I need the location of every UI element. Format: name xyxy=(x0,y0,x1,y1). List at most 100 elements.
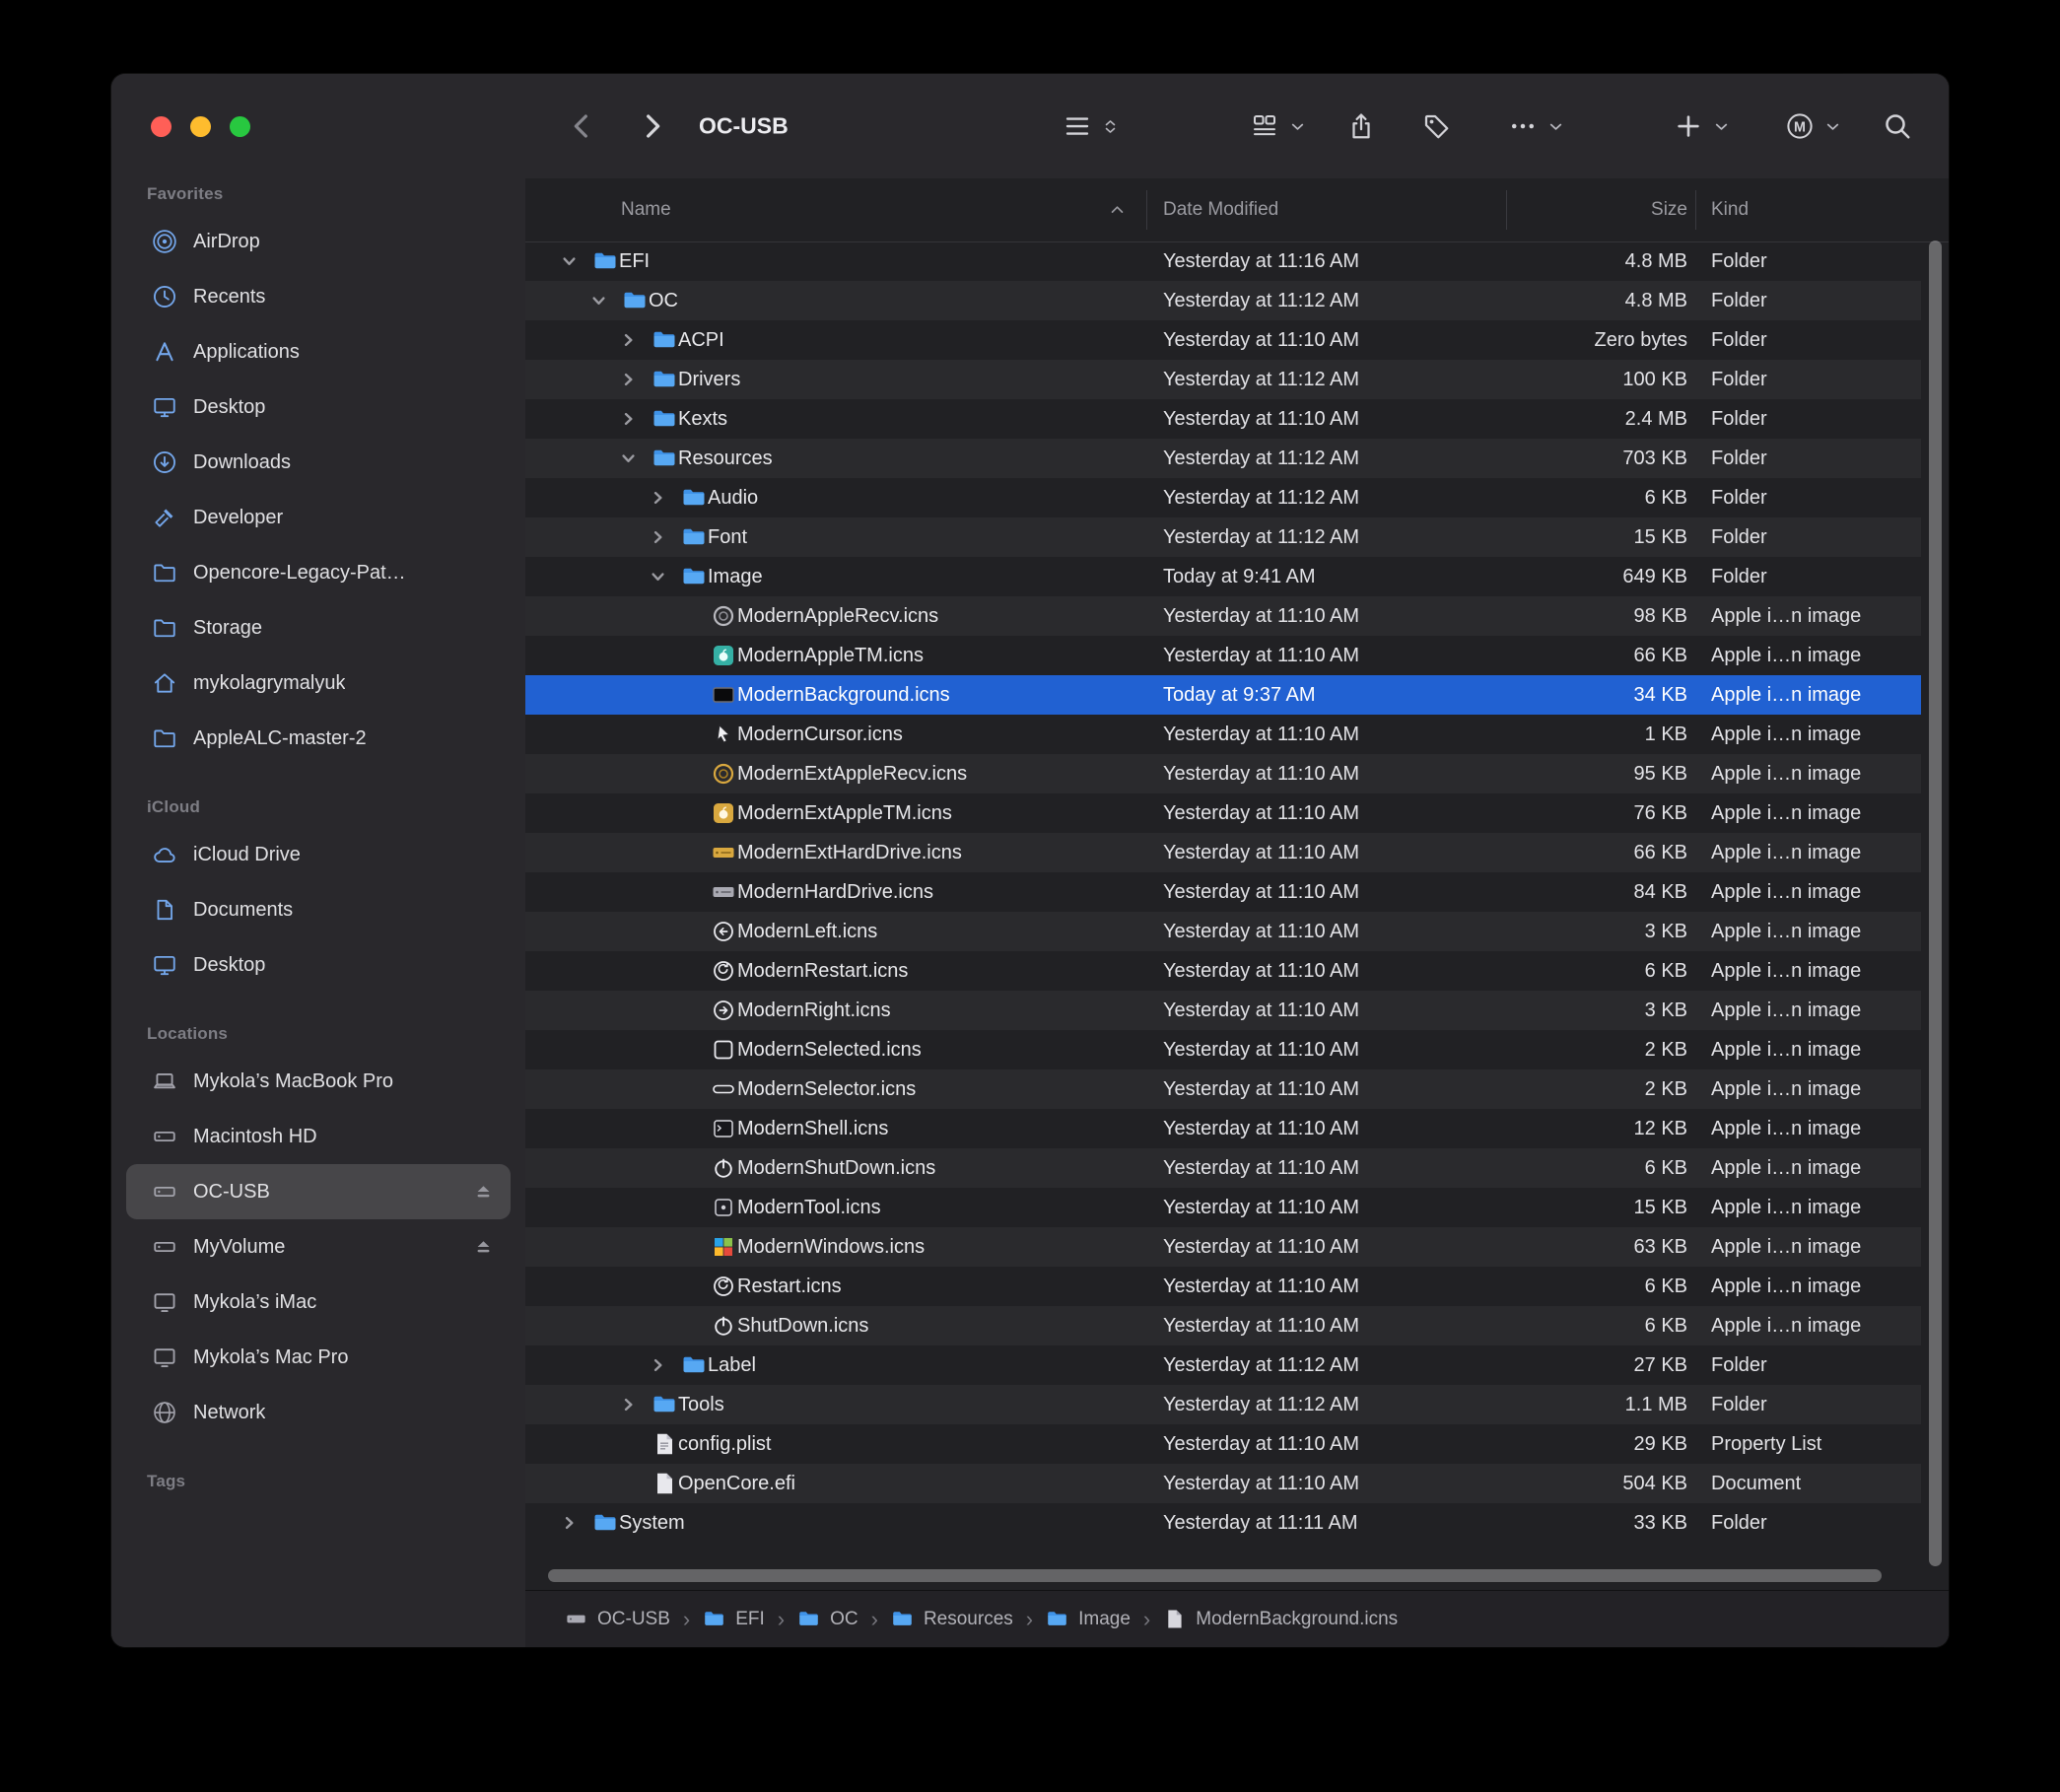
file-row-modernextappletm-icns[interactable]: ModernExtAppleTM.icnsYesterday at 11:10 … xyxy=(525,793,1921,833)
disclosure-chevron-icon[interactable] xyxy=(620,450,637,467)
sidebar-item-airdrop[interactable]: AirDrop xyxy=(126,214,511,269)
column-header-name[interactable]: Name xyxy=(621,199,671,221)
eject-icon[interactable] xyxy=(472,1181,495,1204)
file-row-font[interactable]: FontYesterday at 11:12 AM15 KBFolder xyxy=(525,517,1921,557)
file-row-drivers[interactable]: DriversYesterday at 11:12 AM100 KBFolder xyxy=(525,360,1921,399)
file-row-modernrestart-icns[interactable]: ModernRestart.icnsYesterday at 11:10 AM6… xyxy=(525,951,1921,991)
disclosure-chevron-icon[interactable] xyxy=(620,372,637,388)
sidebar-item-mykola-s-imac[interactable]: Mykola’s iMac xyxy=(126,1275,511,1330)
file-row-modernwindows-icns[interactable]: ModernWindows.icnsYesterday at 11:10 AM6… xyxy=(525,1227,1921,1267)
sidebar-item-desktop[interactable]: Desktop xyxy=(126,379,511,435)
disclosure-chevron-icon[interactable] xyxy=(620,1397,637,1413)
file-row-modernextharddrive-icns[interactable]: ModernExtHardDrive.icnsYesterday at 11:1… xyxy=(525,833,1921,872)
sidebar-item-downloads[interactable]: Downloads xyxy=(126,435,511,490)
sidebar-item-macintosh-hd[interactable]: Macintosh HD xyxy=(126,1109,511,1164)
search-button[interactable] xyxy=(1883,74,1912,178)
new-item-button[interactable] xyxy=(1674,74,1731,178)
disclosure-chevron-icon[interactable] xyxy=(650,490,666,507)
column-header-date-modified[interactable]: Date Modified xyxy=(1163,199,1278,221)
file-size: 1 KB xyxy=(1506,715,1687,754)
close-button[interactable] xyxy=(151,116,172,137)
sidebar-item-applications[interactable]: Applications xyxy=(126,324,511,379)
file-row-moderncursor-icns[interactable]: ModernCursor.icnsYesterday at 11:10 AM1 … xyxy=(525,715,1921,754)
file-row-audio[interactable]: AudioYesterday at 11:12 AM6 KBFolder xyxy=(525,478,1921,517)
file-row-modernleft-icns[interactable]: ModernLeft.icnsYesterday at 11:10 AM3 KB… xyxy=(525,912,1921,951)
file-row-acpi[interactable]: ACPIYesterday at 11:10 AMZero bytesFolde… xyxy=(525,320,1921,360)
file-row-resources[interactable]: ResourcesYesterday at 11:12 AM703 KBFold… xyxy=(525,439,1921,478)
file-row-opencore-efi[interactable]: OpenCore.efiYesterday at 11:10 AM504 KBD… xyxy=(525,1464,1921,1503)
eject-icon[interactable] xyxy=(472,1236,495,1259)
sidebar-item-applealc-master-2[interactable]: AppleALC-master-2 xyxy=(126,711,511,766)
file-row-modernshell-icns[interactable]: ModernShell.icnsYesterday at 11:10 AM12 … xyxy=(525,1109,1921,1148)
path-item-efi[interactable]: EFI xyxy=(703,1608,765,1630)
vertical-scrollbar[interactable] xyxy=(1929,241,1942,1566)
minimize-button[interactable] xyxy=(190,116,211,137)
apple-tm-icon xyxy=(711,643,736,668)
list-view-button[interactable] xyxy=(1063,74,1120,178)
file-row-moderntool-icns[interactable]: ModernTool.icnsYesterday at 11:10 AM15 K… xyxy=(525,1188,1921,1227)
disclosure-chevron-icon[interactable] xyxy=(561,253,578,270)
disclosure-chevron-icon[interactable] xyxy=(650,529,666,546)
tags-button[interactable] xyxy=(1421,74,1451,178)
file-row-modernappletm-icns[interactable]: ModernAppleTM.icnsYesterday at 11:10 AM6… xyxy=(525,636,1921,675)
path-item-modernbackground-icns[interactable]: ModernBackground.icns xyxy=(1163,1608,1398,1630)
sidebar-item-network[interactable]: Network xyxy=(126,1385,511,1440)
path-item-resources[interactable]: Resources xyxy=(891,1608,1013,1630)
path-item-oc-usb[interactable]: OC-USB xyxy=(565,1608,670,1630)
sidebar-item-recents[interactable]: Recents xyxy=(126,269,511,324)
file-date-modified: Yesterday at 11:10 AM xyxy=(1163,754,1359,793)
group-by-button[interactable] xyxy=(1250,74,1307,178)
path-item-oc[interactable]: OC xyxy=(797,1608,858,1630)
sidebar-item-mykolagrymalyuk[interactable]: mykolagrymalyuk xyxy=(126,655,511,711)
file-row-modernharddrive-icns[interactable]: ModernHardDrive.icnsYesterday at 11:10 A… xyxy=(525,872,1921,912)
forward-button[interactable] xyxy=(636,110,667,142)
sidebar-item-documents[interactable]: Documents xyxy=(126,882,511,937)
column-header-size[interactable]: Size xyxy=(1506,199,1687,221)
sidebar-item-opencore-legacy-pat[interactable]: Opencore-Legacy-Pat… xyxy=(126,545,511,600)
zoom-button[interactable] xyxy=(230,116,250,137)
account-button[interactable]: M xyxy=(1785,74,1842,178)
file-row-label[interactable]: LabelYesterday at 11:12 AM27 KBFolder xyxy=(525,1345,1921,1385)
file-row-system[interactable]: SystemYesterday at 11:11 AM33 KBFolder xyxy=(525,1503,1921,1543)
disclosure-chevron-icon[interactable] xyxy=(590,293,607,310)
file-row-modernshutdown-icns[interactable]: ModernShutDown.icnsYesterday at 11:10 AM… xyxy=(525,1148,1921,1188)
file-row-modernbackground-icns[interactable]: ModernBackground.icnsToday at 9:37 AM34 … xyxy=(525,675,1921,715)
file-row-modernright-icns[interactable]: ModernRight.icnsYesterday at 11:10 AM3 K… xyxy=(525,991,1921,1030)
disclosure-chevron-icon[interactable] xyxy=(561,1515,578,1532)
path-separator-icon: › xyxy=(778,1609,785,1630)
path-item-image[interactable]: Image xyxy=(1046,1608,1131,1630)
column-divider[interactable] xyxy=(1506,190,1507,230)
file-row-config-plist[interactable]: config.plistYesterday at 11:10 AM29 KBPr… xyxy=(525,1424,1921,1464)
file-row-modernselector-icns[interactable]: ModernSelector.icnsYesterday at 11:10 AM… xyxy=(525,1069,1921,1109)
file-row-modernapplerecv-icns[interactable]: ModernAppleRecv.icnsYesterday at 11:10 A… xyxy=(525,596,1921,636)
disk-small-icon xyxy=(565,1608,587,1630)
file-row-oc[interactable]: OCYesterday at 11:12 AM4.8 MBFolder xyxy=(525,281,1921,320)
sidebar-item-storage[interactable]: Storage xyxy=(126,600,511,655)
column-header-kind[interactable]: Kind xyxy=(1711,199,1749,221)
file-row-restart-icns[interactable]: Restart.icnsYesterday at 11:10 AM6 KBApp… xyxy=(525,1267,1921,1306)
file-row-kexts[interactable]: KextsYesterday at 11:10 AM2.4 MBFolder xyxy=(525,399,1921,439)
file-row-modernextapplerecv-icns[interactable]: ModernExtAppleRecv.icnsYesterday at 11:1… xyxy=(525,754,1921,793)
file-row-tools[interactable]: ToolsYesterday at 11:12 AM1.1 MBFolder xyxy=(525,1385,1921,1424)
file-row-modernselected-icns[interactable]: ModernSelected.icnsYesterday at 11:10 AM… xyxy=(525,1030,1921,1069)
horizontal-scrollbar[interactable] xyxy=(548,1569,1882,1582)
file-row-image[interactable]: ImageToday at 9:41 AM649 KBFolder xyxy=(525,557,1921,596)
sidebar-item-icloud-drive[interactable]: iCloud Drive xyxy=(126,827,511,882)
share-button[interactable] xyxy=(1346,74,1376,178)
sidebar-item-mykola-s-mac-pro[interactable]: Mykola’s Mac Pro xyxy=(126,1330,511,1385)
disclosure-chevron-icon[interactable] xyxy=(620,411,637,428)
back-button[interactable] xyxy=(567,110,598,142)
sidebar-item-mykola-s-macbook-pro[interactable]: Mykola’s MacBook Pro xyxy=(126,1054,511,1109)
column-divider[interactable] xyxy=(1695,190,1696,230)
sidebar-item-oc-usb[interactable]: OC-USB xyxy=(126,1164,511,1219)
file-row-efi[interactable]: EFIYesterday at 11:16 AM4.8 MBFolder xyxy=(525,241,1921,281)
disclosure-chevron-icon[interactable] xyxy=(650,1357,666,1374)
disclosure-chevron-icon[interactable] xyxy=(620,332,637,349)
file-row-shutdown-icns[interactable]: ShutDown.icnsYesterday at 11:10 AM6 KBAp… xyxy=(525,1306,1921,1345)
sidebar-item-developer[interactable]: Developer xyxy=(126,490,511,545)
column-divider[interactable] xyxy=(1146,190,1147,230)
sidebar-item-desktop[interactable]: Desktop xyxy=(126,937,511,993)
more-actions-button[interactable] xyxy=(1508,74,1565,178)
disclosure-chevron-icon[interactable] xyxy=(650,569,666,586)
sidebar-item-myvolume[interactable]: MyVolume xyxy=(126,1219,511,1275)
